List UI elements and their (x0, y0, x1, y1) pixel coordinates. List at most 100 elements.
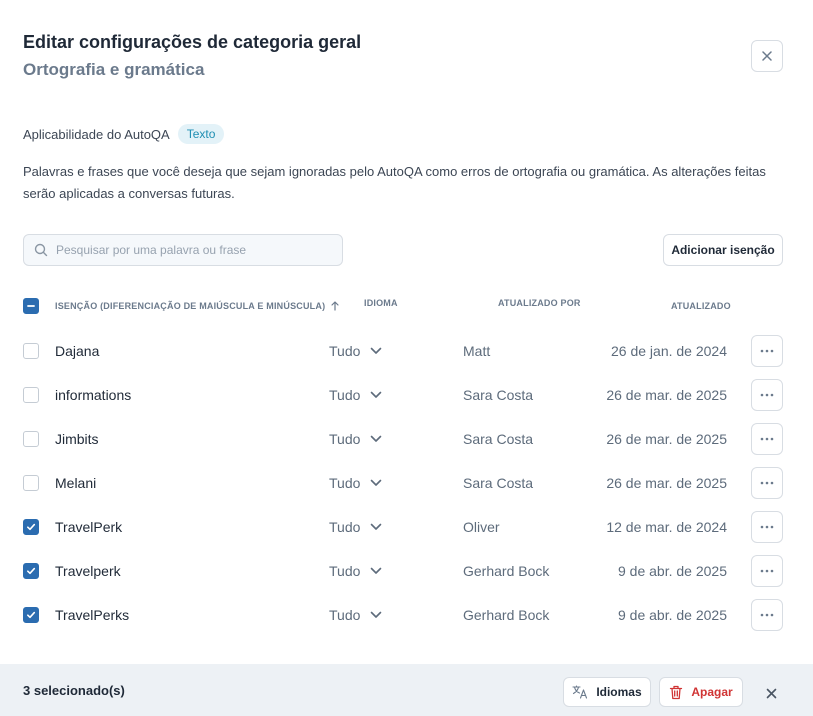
table-row: Travelperk Tudo Gerhard Bock 9 de abr. de 2… (0, 555, 813, 599)
table-row: TravelPerk Tudo Oliver 12 de mar. de 2024 (0, 511, 813, 555)
chevron-down-icon (371, 479, 382, 486)
exemption-name: Travelperk (55, 563, 121, 579)
row-more-button[interactable] (751, 511, 783, 543)
language-select[interactable]: Tudo (329, 467, 382, 499)
sort-ascending-icon (331, 301, 339, 311)
delete-button[interactable]: Apagar (659, 677, 743, 707)
language-select[interactable]: Tudo (329, 379, 382, 411)
table-row: informations Tudo Sara Costa 26 de mar. de … (0, 379, 813, 423)
language-value: Tudo (329, 607, 361, 623)
updated-by: Oliver (463, 519, 500, 535)
row-checkbox[interactable] (23, 387, 39, 403)
chevron-down-icon (371, 391, 382, 398)
language-select[interactable]: Tudo (329, 335, 382, 367)
select-all-checkbox[interactable] (23, 298, 39, 314)
table-row: Melani Tudo Sara Costa 26 de mar. de 2025 (0, 467, 813, 511)
selected-count: 3 selecionado(s) (23, 683, 125, 698)
updated-date: 12 de mar. de 2024 (606, 519, 727, 535)
language-value: Tudo (329, 343, 361, 359)
row-more-button[interactable] (751, 423, 783, 455)
chevron-down-icon (371, 435, 382, 442)
clear-selection-button[interactable] (762, 684, 780, 702)
column-header-updated-by[interactable]: Atualizado por (498, 298, 581, 308)
delete-button-label: Apagar (691, 685, 733, 699)
applicability-tag: Texto (177, 124, 225, 144)
updated-by: Sara Costa (463, 431, 534, 447)
updated-date: 26 de mar. de 2025 (606, 431, 727, 447)
exemption-name: informations (55, 387, 132, 403)
more-horizontal-icon (760, 525, 774, 529)
dialog-subtitle: Ortografia e gramática (23, 60, 205, 79)
updated-date: 9 de abr. de 2025 (618, 607, 727, 623)
column-header-exemption[interactable]: Isenção (diferenciação de maiúscula e mi… (55, 301, 340, 311)
language-value: Tudo (329, 387, 361, 403)
check-icon (27, 567, 36, 575)
row-checkbox[interactable] (23, 563, 39, 579)
more-horizontal-icon (760, 481, 774, 485)
close-icon (766, 688, 776, 698)
more-horizontal-icon (760, 613, 774, 617)
language-value: Tudo (329, 431, 361, 447)
language-select[interactable]: Tudo (329, 423, 382, 455)
updated-by: Sara Costa (463, 475, 534, 491)
chevron-down-icon (371, 347, 382, 354)
column-header-updated[interactable]: Atualizado (671, 301, 731, 311)
language-select[interactable]: Tudo (329, 599, 382, 631)
updated-by: Sara Costa (463, 387, 534, 403)
column-header-language[interactable]: Idioma (364, 298, 398, 308)
more-horizontal-icon (760, 437, 774, 441)
row-more-button[interactable] (751, 599, 783, 631)
description-text: Palavras e frases que você deseja que se… (23, 164, 766, 201)
trash-icon (670, 685, 683, 699)
languages-button[interactable]: Idiomas (563, 677, 651, 707)
dialog-title: Editar configurações de categoria geral (23, 32, 362, 52)
applicability-label: Aplicabilidade do AutoQA (23, 126, 170, 142)
more-horizontal-icon (760, 349, 774, 353)
applicability-row: Aplicabilidade do AutoQA Texto (23, 124, 225, 144)
updated-date: 26 de jan. de 2024 (611, 343, 727, 359)
row-more-button[interactable] (751, 335, 783, 367)
language-value: Tudo (329, 519, 361, 535)
language-select[interactable]: Tudo (329, 511, 382, 543)
row-checkbox[interactable] (23, 343, 39, 359)
row-checkbox[interactable] (23, 431, 39, 447)
search-input[interactable] (56, 243, 336, 257)
updated-date: 26 de mar. de 2025 (606, 387, 727, 403)
updated-date: 9 de abr. de 2025 (618, 563, 727, 579)
chevron-down-icon (371, 611, 382, 618)
updated-by: Gerhard Bock (463, 563, 550, 579)
row-more-button[interactable] (751, 467, 783, 499)
language-select[interactable]: Tudo (329, 555, 382, 587)
row-checkbox[interactable] (23, 607, 39, 623)
updated-date: 26 de mar. de 2025 (606, 475, 727, 491)
exemption-name: TravelPerks (55, 607, 130, 623)
exemption-name: Jimbits (55, 431, 99, 447)
chevron-down-icon (371, 523, 382, 530)
search-box[interactable] (23, 234, 343, 266)
close-icon (762, 51, 772, 61)
language-value: Tudo (329, 563, 361, 579)
exemption-name: TravelPerk (55, 519, 123, 535)
row-more-button[interactable] (751, 379, 783, 411)
search-icon (34, 243, 48, 257)
table-row: Jimbits Tudo Sara Costa 26 de mar. de 2025 (0, 423, 813, 467)
row-checkbox[interactable] (23, 475, 39, 491)
updated-by: Gerhard Bock (463, 607, 550, 623)
check-icon (27, 523, 36, 531)
add-exemption-button[interactable]: Adicionar isenção (663, 234, 783, 266)
close-dialog-button[interactable] (751, 40, 783, 72)
translate-icon (572, 685, 588, 699)
table-row: Dajana Tudo Matt 26 de jan. de 2024 (0, 335, 813, 379)
table-row: TravelPerks Tudo Gerhard Bock 9 de abr. de … (0, 599, 813, 643)
row-more-button[interactable] (751, 555, 783, 587)
updated-by: Matt (463, 343, 491, 359)
language-value: Tudo (329, 475, 361, 491)
chevron-down-icon (371, 567, 382, 574)
row-checkbox[interactable] (23, 519, 39, 535)
more-horizontal-icon (760, 569, 774, 573)
exemption-name: Dajana (55, 343, 100, 359)
check-icon (27, 611, 36, 619)
more-horizontal-icon (760, 393, 774, 397)
languages-button-label: Idiomas (596, 685, 642, 699)
column-header-exemption-label: Isenção (diferenciação de maiúscula e mi… (55, 301, 326, 311)
